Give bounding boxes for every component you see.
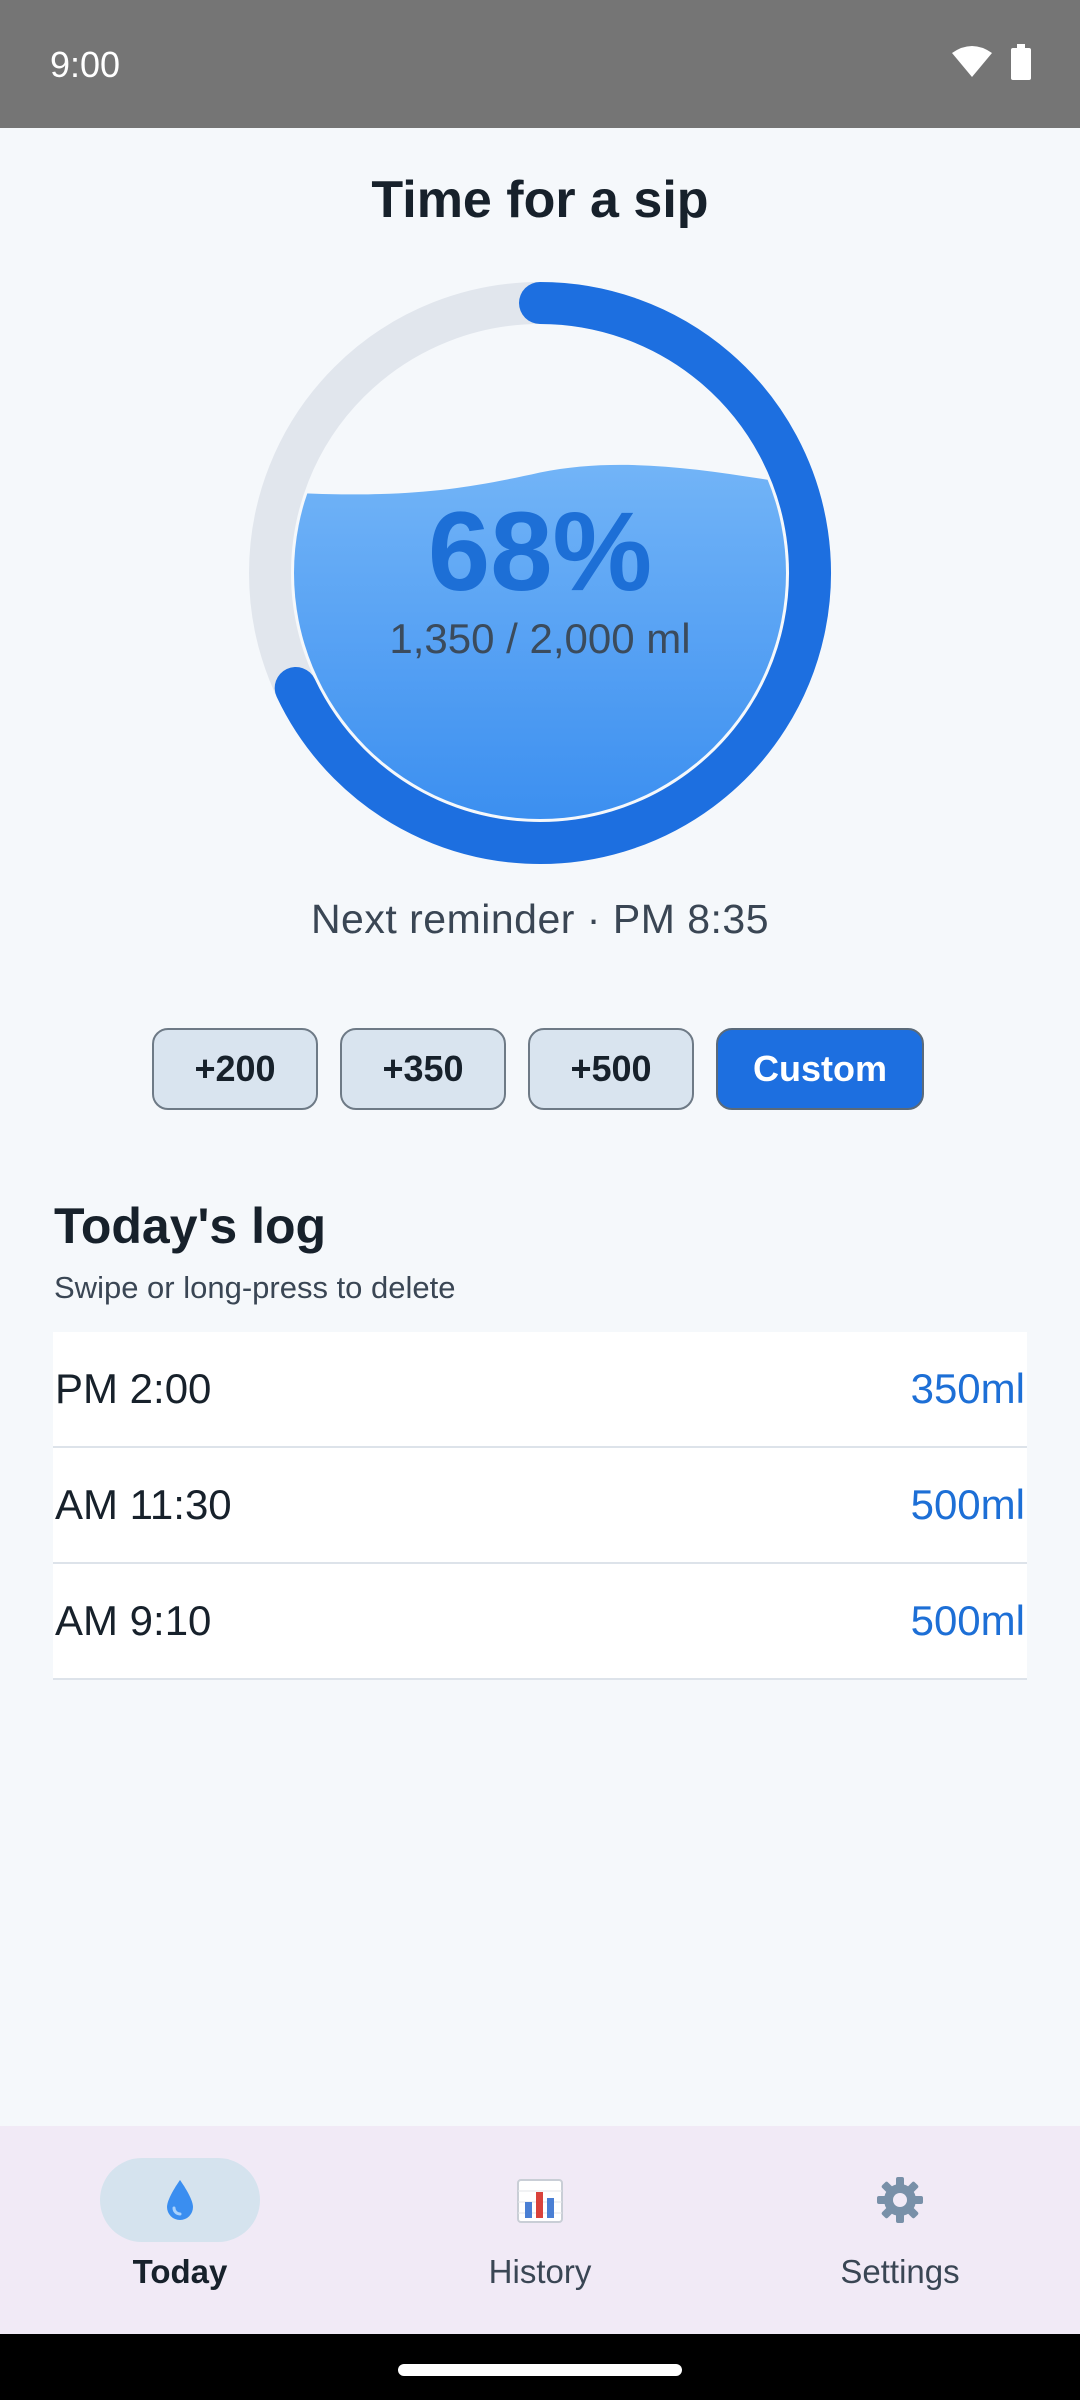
progress-ring — [249, 282, 831, 864]
gesture-handle[interactable] — [398, 2364, 682, 2376]
log-entry-time: AM 9:10 — [55, 1597, 212, 1644]
nav-label-settings: Settings — [840, 2253, 960, 2290]
bottom-nav: Today History Settings — [0, 2126, 1080, 2334]
water-drop-icon — [167, 2180, 193, 2220]
nav-item-history[interactable]: History — [360, 2126, 720, 2334]
log-list: PM 2:00 350ml AM 11:30 500ml AM 9:10 500… — [53, 1332, 1027, 1680]
log-entry[interactable]: AM 11:30 500ml — [53, 1448, 1027, 1564]
next-reminder: Next reminder · PM 8:35 — [310, 896, 770, 942]
nav-item-settings[interactable]: Settings — [720, 2126, 1080, 2334]
log-entry-amount: 500ml — [910, 1481, 1025, 1528]
log-entry-amount: 350ml — [910, 1365, 1025, 1412]
custom-amount-button[interactable]: Custom — [716, 1028, 924, 1110]
log-title: Today's log — [54, 1198, 327, 1254]
add-500-button[interactable]: +500 — [528, 1028, 694, 1110]
quick-add-buttons: +200 +350 +500 Custom — [152, 1028, 924, 1110]
nav-label-history: History — [488, 2253, 592, 2290]
gear-icon — [877, 2177, 923, 2223]
nav-item-today[interactable]: Today — [0, 2126, 360, 2334]
progress-percent: 68% — [427, 489, 653, 614]
log-entry[interactable]: PM 2:00 350ml — [53, 1332, 1027, 1448]
progress-widget — [0, 0, 1080, 900]
log-entry[interactable]: AM 9:10 500ml — [53, 1564, 1027, 1680]
log-subtitle: Swipe or long-press to delete — [54, 1270, 456, 1305]
add-350-button[interactable]: +350 — [340, 1028, 506, 1110]
bar-chart-icon — [517, 2179, 563, 2223]
progress-amount: 1,350 / 2,000 ml — [389, 615, 691, 662]
log-entry-time: AM 11:30 — [55, 1481, 232, 1528]
log-entry-amount: 500ml — [910, 1597, 1025, 1644]
nav-label-today: Today — [132, 2253, 228, 2290]
add-200-button[interactable]: +200 — [152, 1028, 318, 1110]
log-entry-time: PM 2:00 — [55, 1365, 212, 1412]
